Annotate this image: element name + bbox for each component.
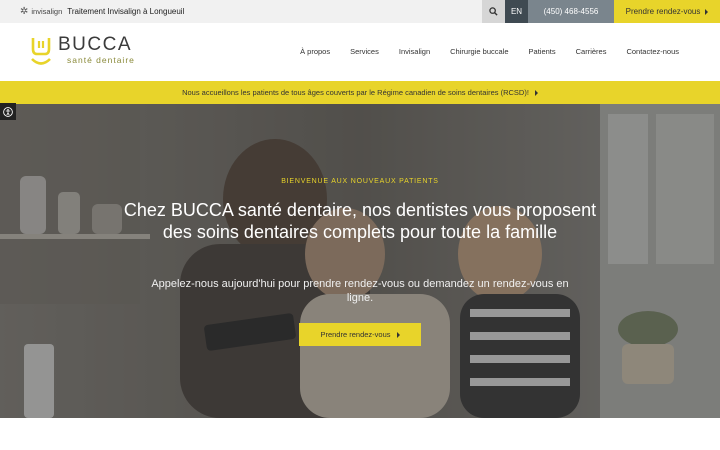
nav-item-services[interactable]: Services xyxy=(350,47,379,56)
caret-right-icon xyxy=(534,89,538,96)
logo-name: BUCCA xyxy=(58,34,133,55)
announcement-bar[interactable]: Nous accueillons les patients de tous âg… xyxy=(0,81,720,104)
hero-subtext: Appelez-nous aujourd'hui pour prendre re… xyxy=(151,278,569,304)
invisalign-logo-text: invisalign xyxy=(31,7,63,16)
nav-item-a-propos[interactable]: À propos xyxy=(300,47,330,56)
invisalign-promo[interactable]: ✲ invisalign Traitement Invisalign à Lon… xyxy=(0,0,184,23)
nav-item-patients[interactable]: Patients xyxy=(529,47,556,56)
accessibility-button[interactable] xyxy=(0,103,16,120)
bucca-logo[interactable]: BUCCA santé dentaire xyxy=(30,35,135,69)
hero-book-appointment-button[interactable]: Prendre rendez-vous xyxy=(299,323,421,346)
accessibility-icon xyxy=(3,106,13,117)
search-icon xyxy=(489,7,498,16)
invisalign-star-icon: ✲ xyxy=(20,5,29,17)
hero-eyebrow: BIENVENUE AUX NOUVEAUX PATIENTS xyxy=(281,178,439,185)
tooth-smile-logo-icon xyxy=(31,38,51,65)
phone-link[interactable]: (450) 468-4556 xyxy=(528,0,614,23)
nav-item-invisalign[interactable]: Invisalign xyxy=(399,47,430,56)
announcement-text: Nous accueillons les patients de tous âg… xyxy=(182,88,529,97)
site-header: BUCCA santé dentaire À propos Services I… xyxy=(0,23,720,81)
nav-item-carrieres[interactable]: Carrières xyxy=(576,47,607,56)
hero-headline: Chez BUCCA santé dentaire, nos dentistes… xyxy=(123,200,597,242)
logo-tagline: santé dentaire xyxy=(67,55,135,65)
top-utility-bar: ✲ invisalign Traitement Invisalign à Lon… xyxy=(0,0,720,23)
page-below-hero xyxy=(0,418,720,450)
caret-right-icon xyxy=(396,331,400,338)
top-book-appointment-button[interactable]: Prendre rendez-vous xyxy=(614,0,720,23)
nav-item-chirurgie-buccale[interactable]: Chirurgie buccale xyxy=(450,47,508,56)
invisalign-logo: ✲ invisalign xyxy=(20,5,63,17)
hero-content: BIENVENUE AUX NOUVEAUX PATIENTS Chez BUC… xyxy=(0,104,720,418)
nav-item-contactez-nous[interactable]: Contactez-nous xyxy=(626,47,679,56)
language-toggle[interactable]: EN xyxy=(505,0,528,23)
search-button[interactable] xyxy=(482,0,505,23)
caret-right-icon xyxy=(705,8,709,15)
main-nav: À propos Services Invisalign Chirurgie b… xyxy=(300,47,679,56)
hero-book-appointment-label: Prendre rendez-vous xyxy=(320,330,391,339)
invisalign-link[interactable]: Traitement Invisalign à Longueuil xyxy=(67,7,184,16)
hero-section: BIENVENUE AUX NOUVEAUX PATIENTS Chez BUC… xyxy=(0,104,720,418)
top-book-appointment-label: Prendre rendez-vous xyxy=(625,7,701,16)
